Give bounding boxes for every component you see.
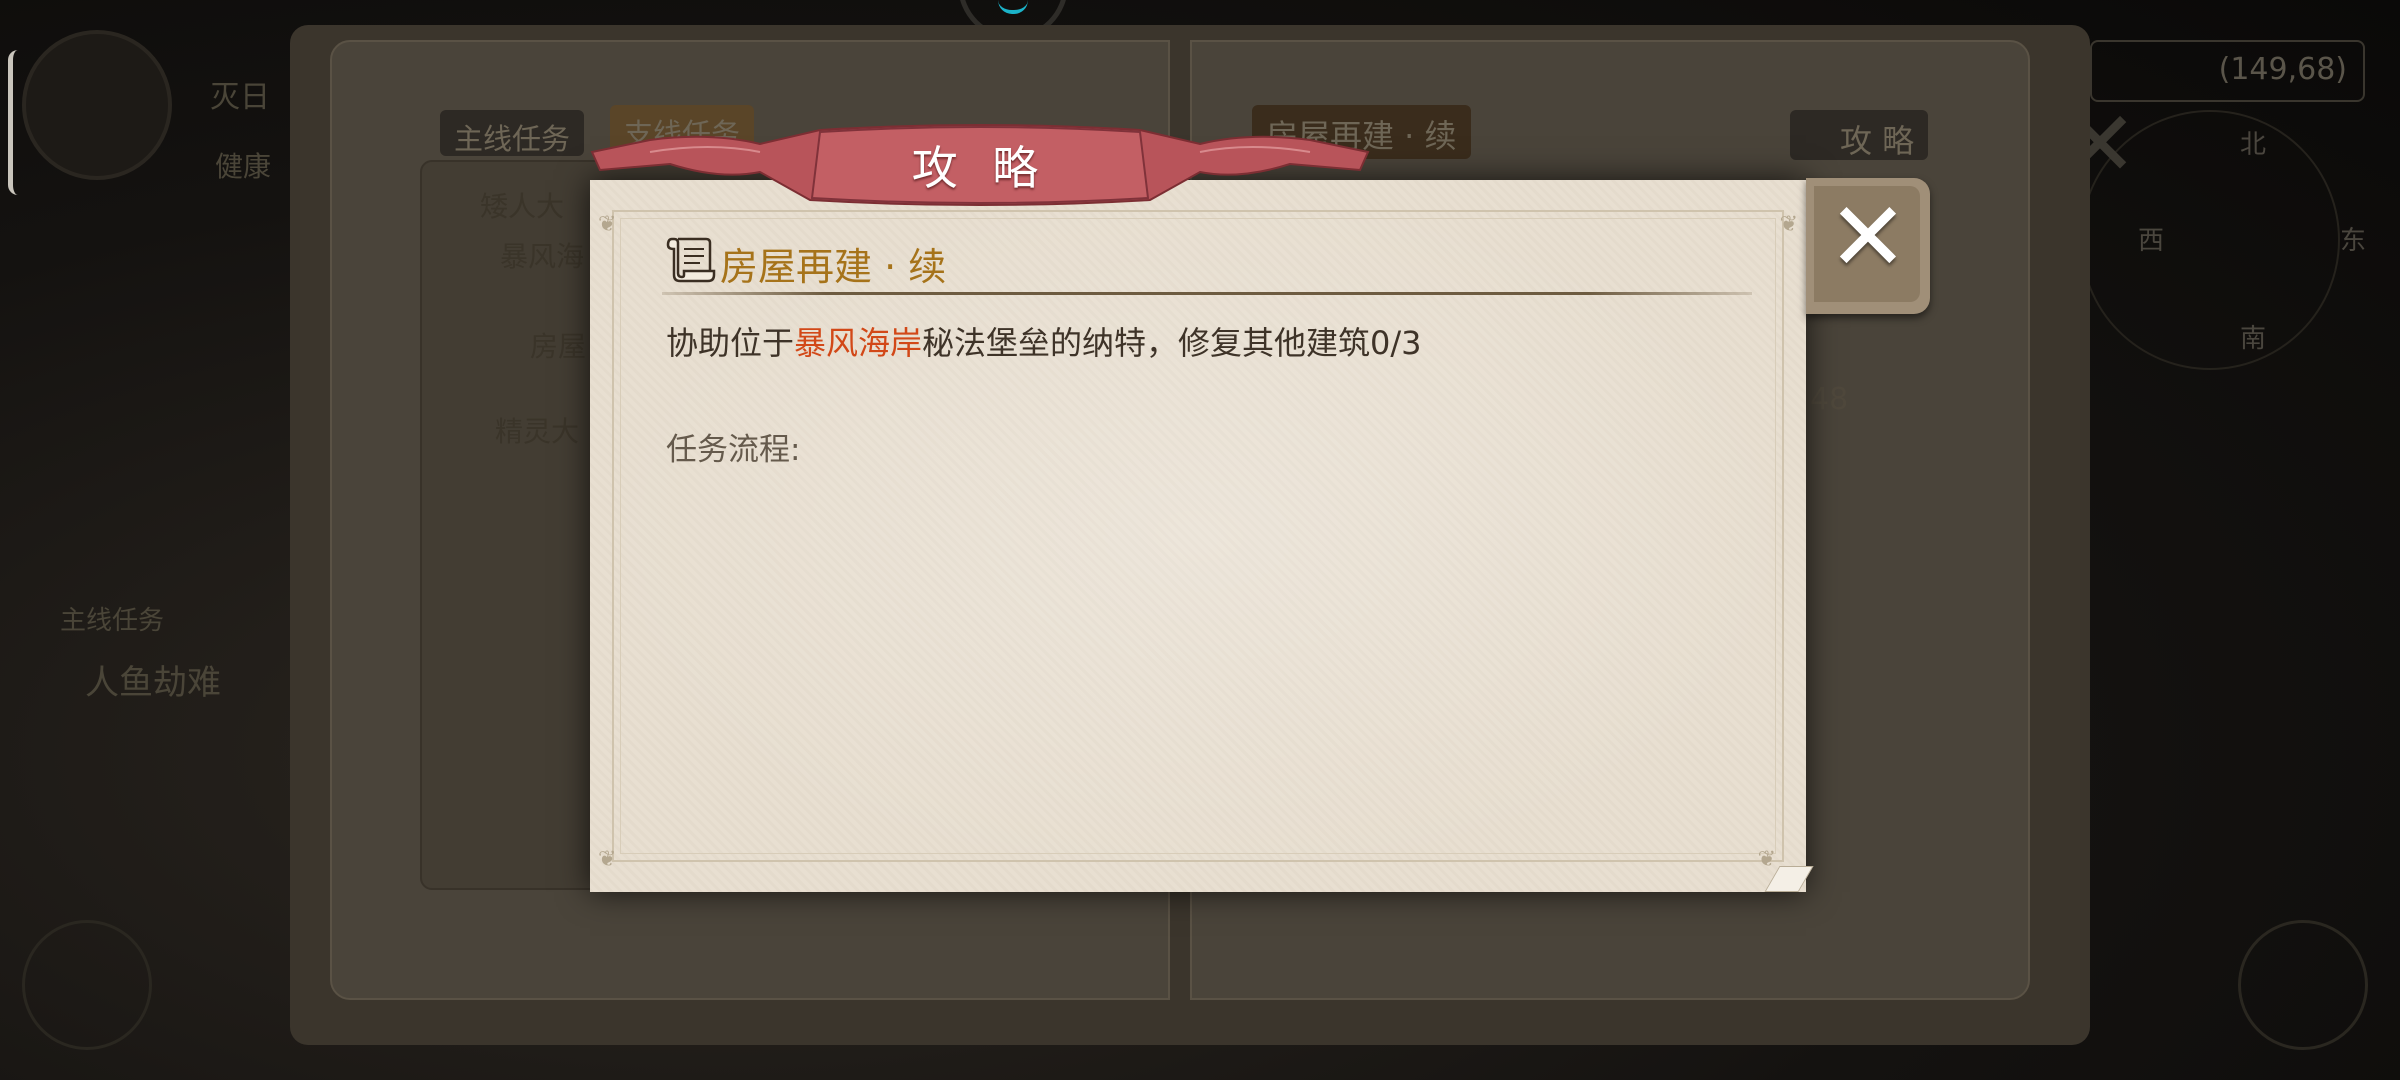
- dialog-title-ribbon: 攻 略: [590, 122, 1370, 210]
- bottom-right-home-button: [2238, 920, 2368, 1050]
- tab-main-quest[interactable]: 主线任务: [440, 110, 585, 156]
- quest-title: 房屋再建 · 续: [720, 245, 947, 289]
- tracker-quest: 人鱼劫难: [85, 663, 221, 703]
- quest-description-suffix: 秘法堡垒的纳特，修复其他建筑0/3: [922, 324, 1422, 362]
- dialog-frame-inner: [620, 218, 1776, 854]
- frame-flourish-icon: ❦: [1779, 212, 1798, 237]
- tracker-title: 主线任务: [60, 606, 165, 636]
- compass-north: 北: [2240, 130, 2267, 160]
- quest-description: 协助位于暴风海岸秘法堡垒的纳特，修复其他建筑0/3: [666, 318, 1422, 364]
- quest-list-item: 精灵大: [495, 415, 580, 448]
- close-icon: ✕: [1827, 181, 1909, 293]
- quest-title-divider: [662, 292, 1752, 295]
- frame-flourish-icon: ❦: [1757, 847, 1776, 872]
- quest-list-item: 房屋: [530, 330, 587, 363]
- scroll-icon: [666, 237, 716, 283]
- compass-west: 西: [2138, 226, 2165, 256]
- quest-flow-label: 任务流程:: [666, 432, 801, 468]
- bottom-left-action-button: [22, 920, 152, 1050]
- quest-list-item: 暴风海: [500, 240, 585, 273]
- frame-flourish-icon: ❦: [598, 212, 617, 237]
- left-edge-handle: [8, 50, 20, 195]
- quest-description-prefix: 协助位于: [666, 324, 795, 362]
- player-avatar: [22, 30, 172, 180]
- hud-health-text: 健康: [215, 150, 272, 183]
- strategy-button[interactable]: 攻 略: [1790, 110, 1929, 160]
- dialog-title: 攻 略: [911, 141, 1049, 195]
- quest-header: 房屋再建 · 续: [662, 226, 1752, 296]
- right-page-number: 48: [1810, 382, 1849, 417]
- quest-location-link[interactable]: 暴风海岸: [794, 324, 922, 362]
- compass-east: 东: [2340, 226, 2367, 256]
- quest-list-item: 矮人大: [480, 190, 565, 223]
- frame-flourish-icon: ❦: [598, 847, 617, 872]
- close-button[interactable]: ✕: [1806, 178, 1930, 314]
- compass-south: 南: [2240, 324, 2267, 354]
- hud-status-text: 灭日: [210, 80, 270, 115]
